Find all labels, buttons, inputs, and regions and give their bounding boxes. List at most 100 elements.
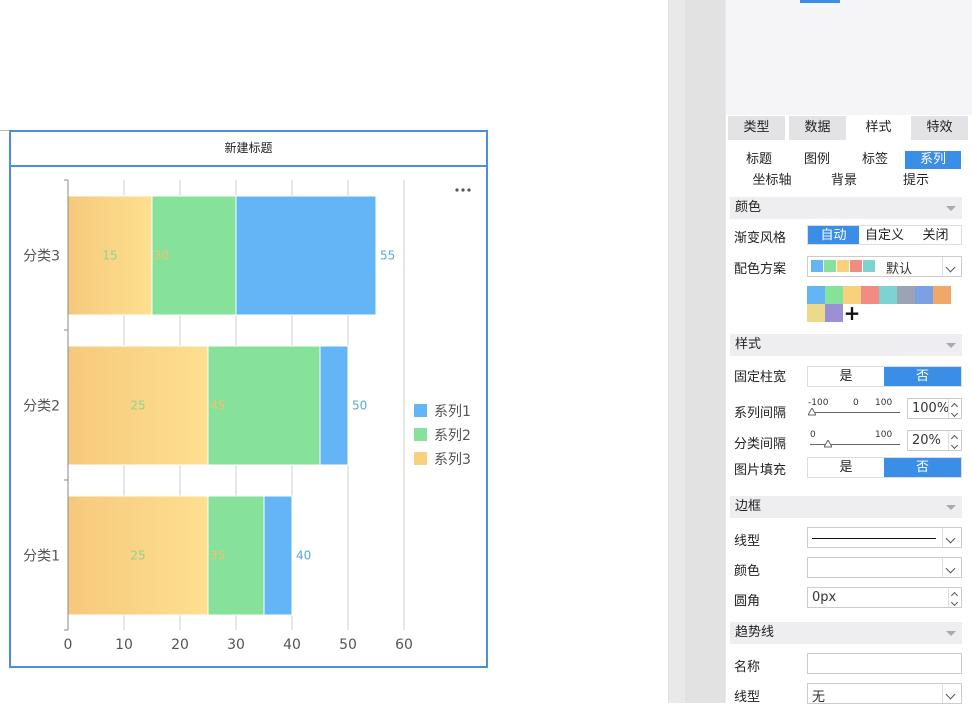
image-fill-toggle: 是 否 (807, 457, 962, 478)
series-gap-max: 100 (875, 398, 893, 408)
fixed-width-label: 固定柱宽 (734, 370, 787, 385)
data-label: 35 (210, 549, 225, 563)
section-style[interactable]: 样式 (730, 334, 962, 356)
x-tick-label: 0 (64, 637, 73, 653)
palette-swatch[interactable] (933, 286, 951, 304)
image-fill-yes[interactable]: 是 (808, 458, 884, 477)
fixed-width-toggle: 是 否 (807, 366, 962, 387)
category-gap-min: 0 (810, 430, 816, 440)
category-label: 分类2 (23, 399, 60, 415)
scheme-swatch (863, 260, 875, 272)
slider-thumb-icon[interactable] (824, 440, 832, 448)
palette-swatch[interactable] (825, 286, 843, 304)
subtab-legend[interactable]: 图例 (789, 151, 845, 169)
increment-icon[interactable] (948, 431, 961, 441)
subtab-label[interactable]: 标签 (847, 151, 903, 169)
line-type-select[interactable] (807, 527, 962, 548)
gradient-auto-option[interactable]: 自动 (808, 226, 859, 244)
subtab-axis[interactable]: 坐标轴 (738, 172, 806, 190)
gradient-style-label: 渐变风格 (734, 231, 787, 246)
subtab-tooltip[interactable]: 提示 (882, 172, 950, 190)
chevron-down-icon[interactable] (942, 684, 961, 703)
subtab-background[interactable]: 背景 (810, 172, 878, 190)
plus-icon[interactable]: + (843, 303, 861, 323)
trend-name-label: 名称 (734, 660, 761, 675)
category-gap-label: 分类间隔 (734, 437, 787, 452)
scheme-swatch (824, 260, 836, 272)
trend-line-type-label: 线型 (734, 690, 761, 705)
category-gap-slider[interactable]: 0 100 (808, 430, 902, 452)
solid-line-preview (812, 538, 936, 539)
decrement-icon[interactable] (948, 408, 961, 418)
palette-swatch[interactable] (807, 286, 825, 304)
fixed-width-yes[interactable]: 是 (808, 367, 884, 386)
line-type-label: 线型 (734, 534, 761, 549)
trend-line-type-select[interactable]: 无 (807, 683, 962, 705)
trend-name-input[interactable] (807, 653, 962, 674)
legend-label: 系列3 (434, 452, 471, 468)
section-border[interactable]: 边框 (730, 496, 962, 518)
image-fill-label: 图片填充 (734, 463, 787, 478)
series-gap-input[interactable]: 100% (907, 398, 962, 419)
fixed-width-no[interactable]: 否 (884, 367, 961, 386)
increment-icon[interactable] (948, 588, 961, 598)
more-dots-icon[interactable] (455, 188, 471, 192)
x-tick-label: 60 (395, 637, 413, 653)
section-color-label: 颜色 (735, 200, 762, 215)
series-gap-slider[interactable]: -100 0 100 (808, 398, 902, 420)
gradient-off-option[interactable]: 关闭 (910, 226, 961, 244)
chevron-down-icon[interactable] (942, 257, 961, 276)
data-label: 50 (352, 399, 367, 413)
subtab-series[interactable]: 系列 (905, 151, 961, 169)
radius-input[interactable]: 0px (807, 587, 962, 608)
scheme-swatch (837, 260, 849, 272)
palette-swatch[interactable] (807, 304, 825, 322)
x-tick-label: 30 (227, 637, 245, 653)
tab-effects[interactable]: 特效 (911, 116, 968, 140)
data-label: 25 (130, 399, 145, 413)
scheme-swatch (811, 260, 823, 272)
gradient-style-toggle: 自动 自定义 关闭 (807, 225, 962, 245)
chevron-down-icon[interactable] (942, 558, 961, 577)
series-gap-value: 100% (912, 401, 950, 416)
section-border-label: 边框 (735, 499, 762, 514)
radius-value: 0px (812, 590, 837, 605)
category-gap-value: 20% (912, 433, 941, 448)
panel-divider-strip (685, 0, 725, 703)
series-gap-min: -100 (808, 398, 829, 408)
decrement-icon[interactable] (948, 440, 961, 450)
collapse-caret-icon (946, 505, 956, 510)
color-scheme-select[interactable]: 默认 (807, 256, 962, 277)
trend-line-type-value: 无 (812, 690, 826, 705)
section-style-label: 样式 (735, 337, 762, 352)
section-trendline-label: 趋势线 (735, 625, 775, 640)
subtab-title[interactable]: 标题 (731, 151, 787, 169)
category-gap-input[interactable]: 20% (907, 430, 962, 451)
x-tick-label: 40 (283, 637, 301, 653)
palette-swatch[interactable] (897, 286, 915, 304)
tab-data[interactable]: 数据 (789, 116, 846, 140)
border-color-select[interactable] (807, 557, 962, 578)
x-tick-label: 20 (171, 637, 189, 653)
section-trendline[interactable]: 趋势线 (730, 622, 962, 644)
tab-type[interactable]: 类型 (728, 116, 785, 140)
palette-swatch[interactable] (825, 304, 843, 322)
slider-thumb-icon[interactable] (808, 408, 816, 416)
gradient-custom-option[interactable]: 自定义 (859, 226, 910, 244)
category-label: 分类1 (23, 549, 60, 565)
data-label: 30 (154, 249, 169, 263)
image-fill-no[interactable]: 否 (884, 458, 961, 477)
decrement-icon[interactable] (948, 597, 961, 607)
palette-swatch[interactable] (915, 286, 933, 304)
palette-swatch[interactable] (879, 286, 897, 304)
panel-top-area (726, 0, 972, 115)
chevron-down-icon[interactable] (942, 528, 961, 547)
data-label: 25 (130, 549, 145, 563)
category-label: 分类3 (23, 249, 60, 265)
tab-style[interactable]: 样式 (850, 116, 907, 140)
palette-swatch[interactable] (861, 286, 879, 304)
color-scheme-value: 默认 (886, 262, 913, 277)
increment-icon[interactable] (948, 399, 961, 409)
section-color[interactable]: 颜色 (730, 197, 962, 219)
bar-segment (263, 495, 293, 616)
